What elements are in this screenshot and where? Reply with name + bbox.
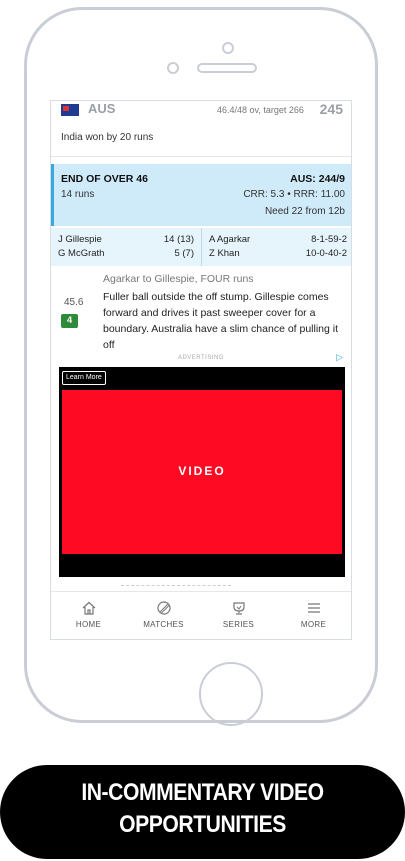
bowler-name: Z Khan [209, 248, 240, 259]
promo-banner: IN-COMMENTARY VIDEO OPPORTUNITIES [0, 765, 405, 859]
batsman-name: J Gillespie [58, 234, 102, 245]
video-ad[interactable]: Learn More VIDEO [59, 367, 345, 577]
over-runs: 14 runs [61, 189, 95, 200]
batsman-stat: 5 (7) [174, 248, 194, 259]
bowlers-list: A Agarkar 8-1-59-2 Z Khan 10-0-40-2 [209, 233, 347, 261]
bowler-name: A Agarkar [209, 234, 251, 245]
bowler-stat: 10-0-40-2 [305, 248, 347, 259]
end-of-over-title: END OF OVER 46 [61, 173, 148, 185]
tab-series[interactable]: SERIES [201, 592, 276, 639]
ad-choices-icon[interactable]: ▷ [336, 352, 343, 363]
run-rates: CRR: 5.3 • RRR: 11.00 [243, 189, 345, 200]
tab-home[interactable]: HOME [51, 592, 126, 639]
runs-badge: 4 [61, 314, 78, 328]
over-team-score: AUS: 244/9 [290, 173, 345, 185]
proximity-sensor [167, 62, 179, 74]
home-icon [82, 601, 95, 615]
bowler-row: Z Khan 10-0-40-2 [209, 247, 347, 261]
bottom-tab-bar: HOME MATCHES SERIES MORE [51, 591, 351, 639]
video-label: VIDEO [178, 464, 226, 478]
tab-label: HOME [75, 620, 102, 629]
score-header: AUS 46.4/48 ov, target 266 245 India won… [51, 101, 351, 157]
batsmen-list: J Gillespie 14 (13) G McGrath 5 (7) [58, 233, 194, 261]
learn-more-button[interactable]: Learn More [62, 371, 106, 385]
end-of-over-summary: END OF OVER 46 14 runs AUS: 244/9 CRR: 5… [51, 164, 351, 226]
tab-label: MORE [300, 620, 327, 629]
column-divider [201, 228, 202, 266]
menu-icon [307, 603, 320, 613]
commentary-text: Fuller ball outside the off stump. Gille… [103, 291, 339, 351]
video-player[interactable]: VIDEO [62, 390, 342, 554]
app-screen: AUS 46.4/48 ov, target 266 245 India won… [50, 100, 352, 640]
bowler-row: A Agarkar 8-1-59-2 [209, 233, 347, 247]
ball-headline: Agarkar to Gillespie, FOUR runs [103, 273, 254, 285]
team-score: 245 [319, 101, 343, 117]
tab-label: MATCHES [143, 620, 184, 629]
tab-more[interactable]: MORE [276, 592, 351, 639]
tab-matches[interactable]: MATCHES [126, 592, 201, 639]
front-camera [222, 42, 234, 54]
banner-line-1: IN-COMMENTARY VIDEO [81, 779, 324, 806]
overs-target: 46.4/48 ov, target 266 [217, 105, 304, 115]
batsman-row: G McGrath 5 (7) [58, 247, 194, 261]
batsman-row: J Gillespie 14 (13) [58, 233, 194, 247]
trophy-icon [232, 602, 245, 615]
players-summary: J Gillespie 14 (13) G McGrath 5 (7) A Ag… [51, 228, 351, 266]
batsman-name: G McGrath [58, 248, 105, 259]
team-name: AUS [88, 101, 116, 116]
match-result: India won by 20 runs [61, 132, 154, 143]
ball-number: 45.6 [64, 297, 84, 308]
ball-icon [156, 601, 171, 615]
next-commentary-peek [121, 585, 231, 589]
batsman-stat: 14 (13) [163, 234, 194, 245]
banner-line-2: OPPORTUNITIES [119, 811, 286, 838]
bowler-stat: 8-1-59-2 [311, 234, 347, 245]
advertising-label: ADVERTISING [177, 355, 225, 361]
tab-label: SERIES [222, 620, 255, 629]
runs-needed: Need 22 from 12b [264, 206, 345, 217]
home-button[interactable] [199, 662, 263, 726]
australia-flag-icon [61, 104, 79, 116]
earpiece-speaker [197, 63, 257, 73]
